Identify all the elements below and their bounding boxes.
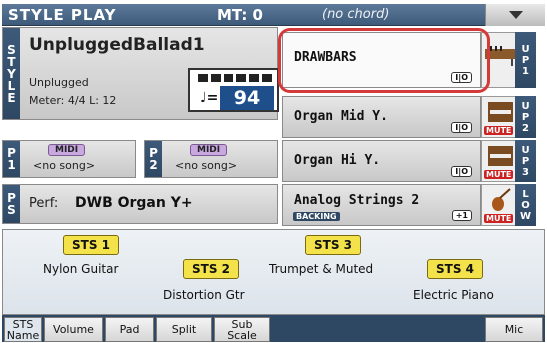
track-upper1-name: DRAWBARS — [294, 50, 357, 65]
upper2-mute-badge: MUTE — [484, 126, 514, 135]
perf-label: Perf: — [29, 196, 59, 211]
track-upper2[interactable]: Organ Mid Y. I|O — [282, 96, 481, 138]
sts-3-name: Trumpet & Muted — [269, 262, 374, 276]
upper2-instrument[interactable]: MUTE — [481, 96, 518, 138]
tab-split-label: Split — [171, 323, 197, 336]
player-1-side-label: P1 — [3, 141, 20, 177]
track-upper3-name: Organ Hi Y. — [294, 153, 381, 168]
style-category: Unplugged — [29, 76, 89, 89]
track-lower[interactable]: Analog Strings 2 BACKING +1 — [282, 184, 481, 226]
keyboard-icon — [198, 74, 272, 82]
tab-mic[interactable]: Mic — [485, 317, 543, 342]
tempo-note-label: ♩= — [200, 90, 219, 106]
midi-badge: MIDI — [190, 144, 228, 156]
upper1-instrument[interactable] — [481, 32, 518, 88]
drawbar-organ-icon — [485, 46, 516, 66]
page-menu-button[interactable] — [485, 4, 545, 26]
page-title: STYLE PLAY — [8, 6, 117, 24]
style-meter: Meter: 4/4 L: 12 — [29, 94, 117, 107]
tempo-value: 94 — [220, 86, 274, 110]
sts-3-button[interactable]: STS 3 — [305, 235, 361, 255]
tab-pad[interactable]: Pad — [105, 317, 154, 342]
sts-4-name: Electric Piano — [413, 288, 494, 302]
low-side-label: LOW — [515, 184, 536, 226]
tab-volume-label: Volume — [53, 323, 94, 336]
sts-2-button[interactable]: STS 2 — [183, 259, 239, 279]
track-lower-tag: +1 — [451, 210, 472, 221]
tab-bar: STS Name Volume Pad Split Sub Scale Mic — [2, 315, 545, 342]
lower-instrument[interactable]: MUTE — [481, 184, 518, 226]
player-2-panel[interactable]: P2 MIDI <no song> — [144, 140, 278, 178]
title-bar: STYLE PLAY MT: 0 (no chord) — [2, 4, 545, 26]
sts-1-name: Nylon Guitar — [43, 262, 119, 276]
tempo-display[interactable]: ♩= 94 — [188, 68, 279, 112]
violin-icon — [492, 188, 511, 211]
style-play-screen: STYLE PLAY MT: 0 (no chord) STYLE Unplug… — [0, 0, 547, 343]
tab-mic-label: Mic — [504, 323, 524, 336]
track-lower-name: Analog Strings 2 — [294, 193, 420, 208]
chord-display: (no chord) — [322, 7, 390, 22]
style-side-label: STYLE — [3, 28, 20, 119]
sts-2-name: Distortion Gtr — [163, 288, 245, 302]
track-upper1-tag: I|O — [451, 72, 472, 83]
tab-sub-scale-line1: Sub — [231, 317, 253, 331]
tab-sub-scale[interactable]: Sub Scale — [214, 317, 270, 342]
player-2-song: <no song> — [175, 159, 238, 172]
tab-pad-label: Pad — [119, 323, 140, 336]
organ-icon — [488, 102, 513, 122]
tab-sub-scale-line2: Scale — [227, 328, 257, 342]
tab-sts-name-line1: STS — [12, 317, 34, 331]
chevron-down-icon — [508, 11, 523, 19]
track-upper2-tag: I|O — [451, 122, 472, 133]
up1-side-label: UP1 — [515, 32, 536, 88]
track-upper1[interactable]: DRAWBARS I|O — [282, 32, 481, 88]
upper3-mute-badge: MUTE — [484, 170, 514, 179]
tab-volume[interactable]: Volume — [44, 317, 103, 342]
up2-side-label: UP2 — [515, 96, 536, 138]
player-1-song: <no song> — [33, 159, 96, 172]
player-2-side-label: P2 — [145, 141, 162, 177]
upper3-instrument[interactable]: MUTE — [481, 140, 518, 182]
up3-side-label: UP3 — [515, 140, 536, 182]
player-1-panel[interactable]: P1 MIDI <no song> — [2, 140, 136, 178]
performance-name: DWB Organ Y+ — [75, 195, 193, 211]
sts-4-button[interactable]: STS 4 — [427, 259, 483, 279]
performance-side-label: PS — [3, 185, 20, 223]
lower-mute-badge: MUTE — [484, 214, 514, 223]
tab-sts-name-line2: Name — [6, 328, 40, 342]
track-upper3-tag: I|O — [451, 166, 472, 177]
organ-icon — [488, 146, 513, 166]
performance-panel[interactable]: PS Perf: DWB Organ Y+ — [2, 184, 278, 224]
track-upper3[interactable]: Organ Hi Y. I|O — [282, 140, 481, 182]
track-upper2-name: Organ Mid Y. — [294, 109, 388, 124]
midi-badge: MIDI — [48, 144, 86, 156]
tab-sts-name[interactable]: STS Name — [4, 317, 42, 342]
master-transpose: MT: 0 — [217, 6, 263, 24]
sts-panel: STS 1 Nylon Guitar STS 2 Distortion Gtr … — [2, 229, 545, 315]
tab-split[interactable]: Split — [156, 317, 212, 342]
sts-1-button[interactable]: STS 1 — [63, 235, 119, 255]
style-name: UnpluggedBallad1 — [29, 35, 205, 55]
style-panel[interactable]: STYLE UnpluggedBallad1 Unplugged Meter: … — [2, 27, 279, 120]
backing-badge: BACKING — [293, 212, 340, 221]
